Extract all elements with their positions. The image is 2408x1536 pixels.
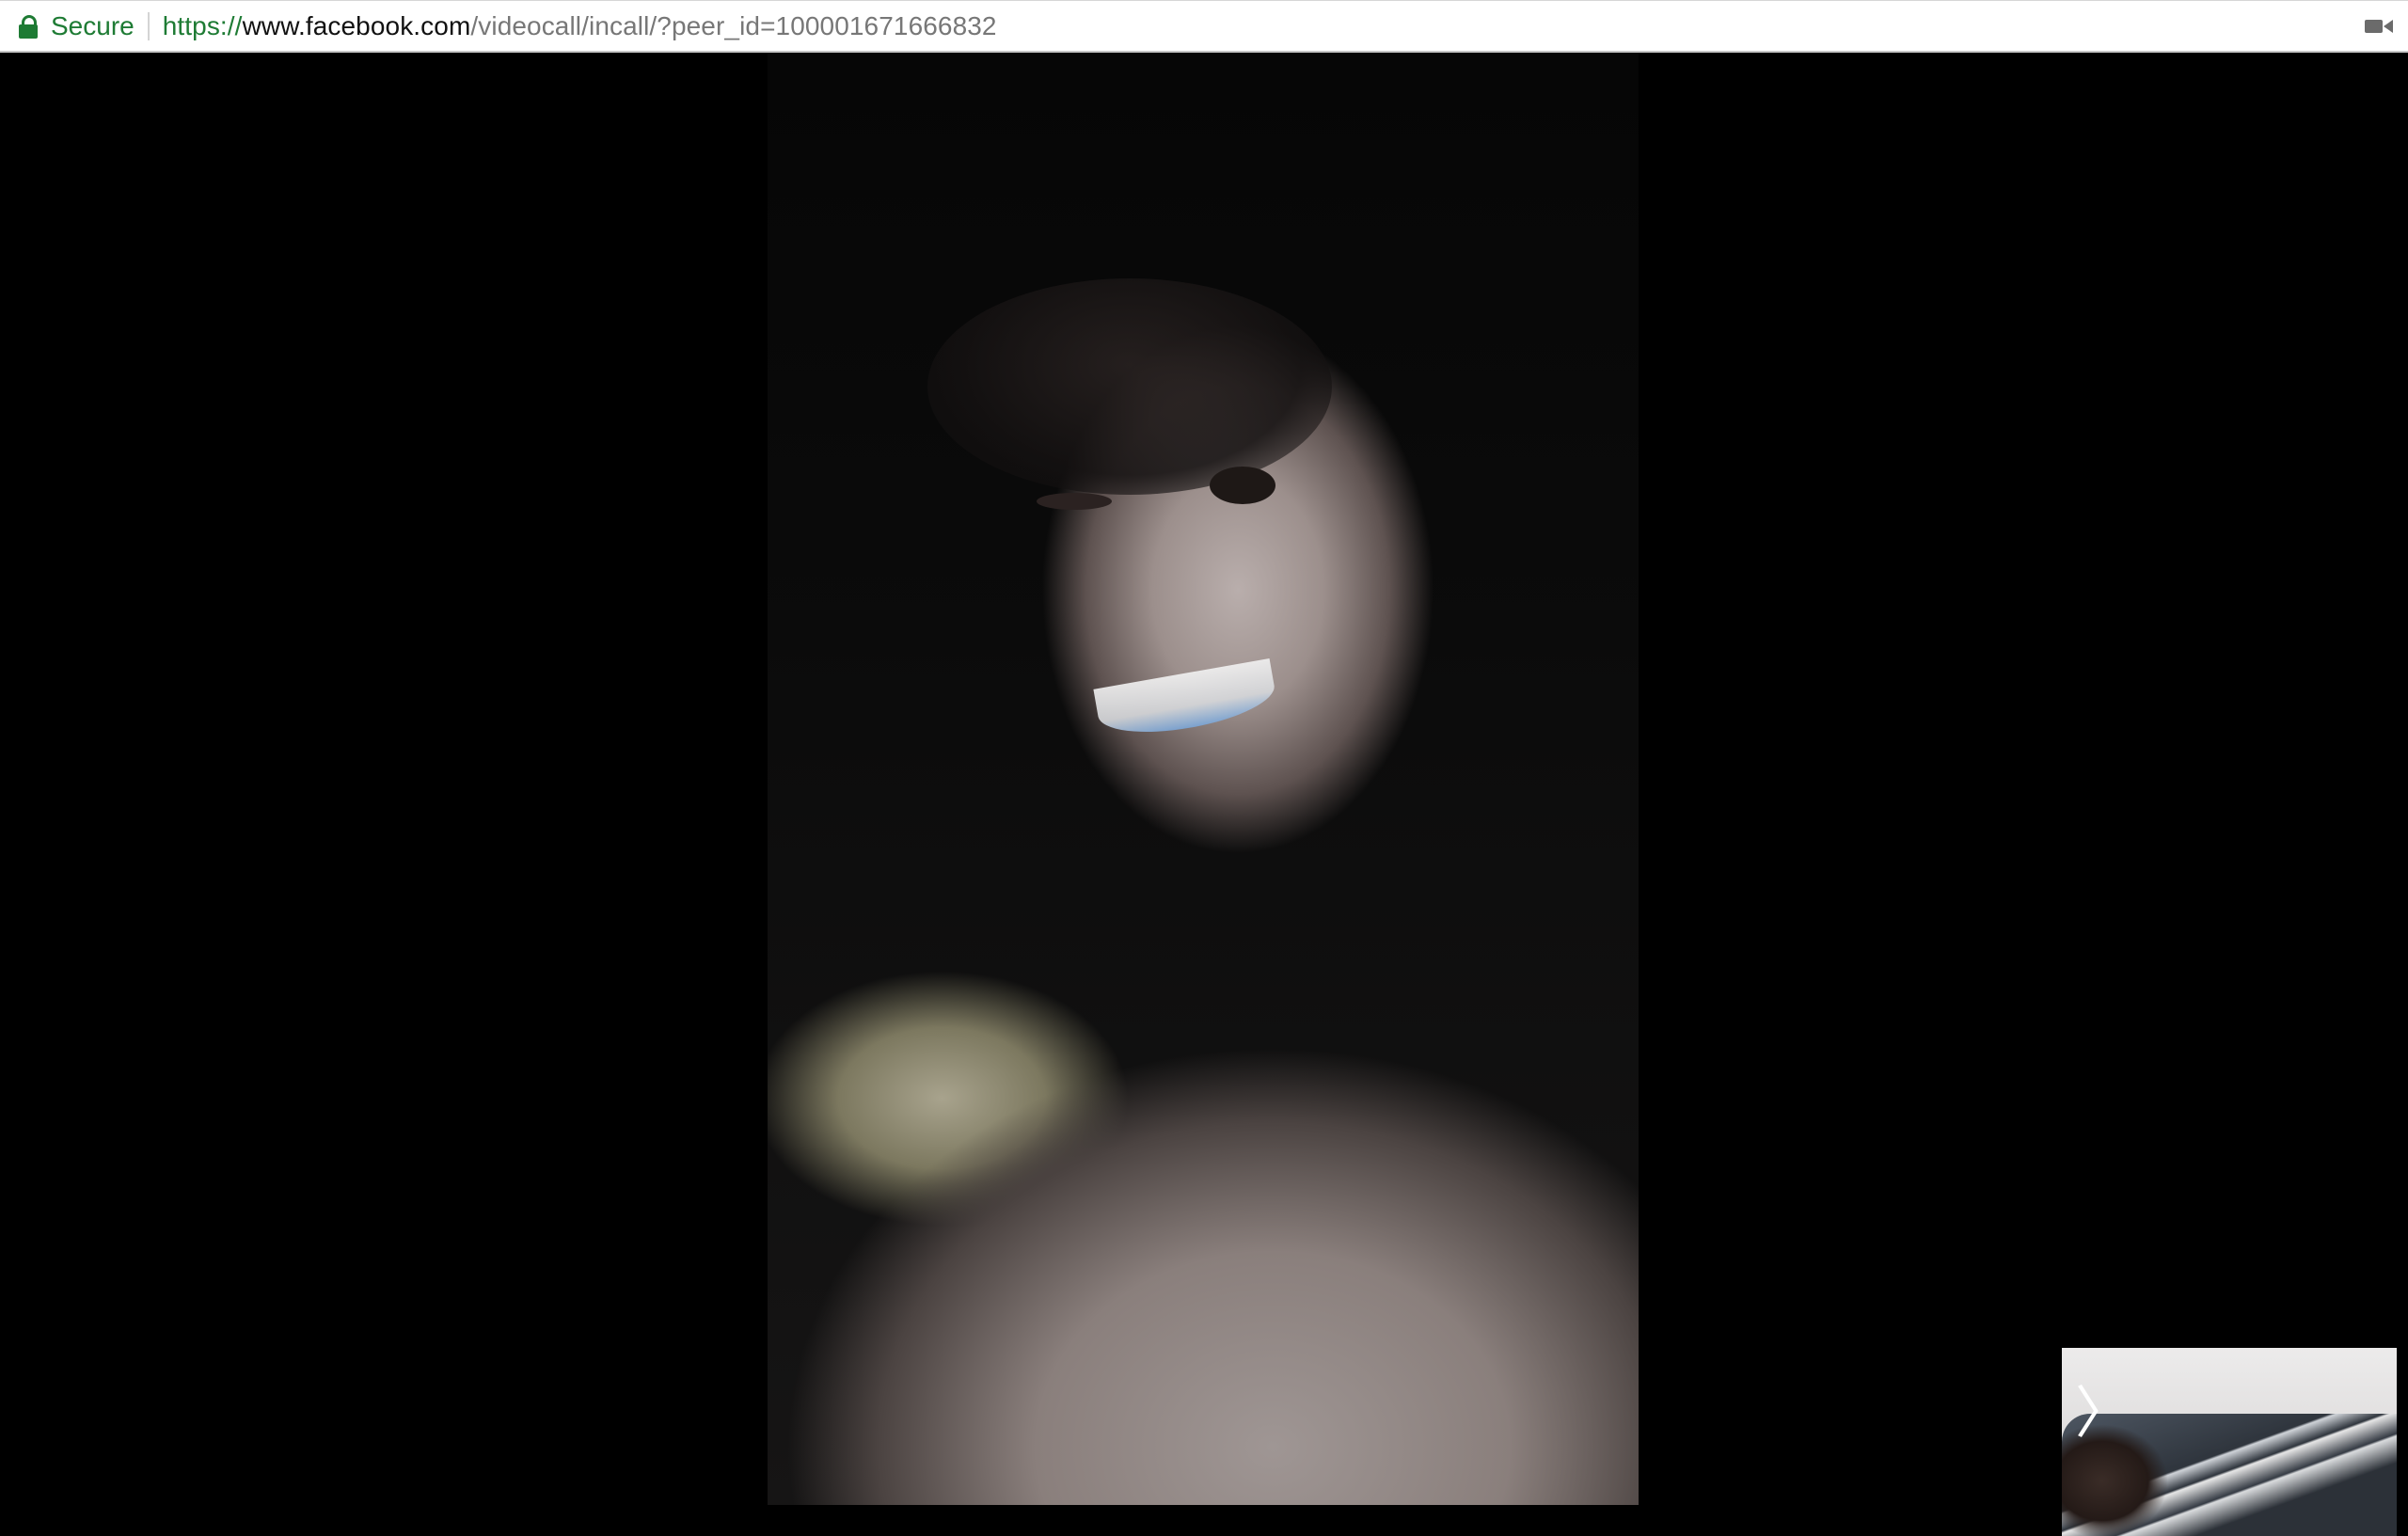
remote-video-detail: [1210, 467, 1275, 504]
remote-video-shadow: [927, 278, 1332, 495]
browser-address-bar[interactable]: Secure https://www.facebook.com/videocal…: [0, 0, 2408, 53]
address-separator: [147, 11, 150, 40]
url-host: www.facebook.com: [242, 10, 471, 40]
remote-video-detail: [1037, 493, 1112, 510]
chevron-right-icon[interactable]: 〉: [2075, 1386, 2131, 1442]
url-path: /videocall/incall/?peer_id=1000016716668…: [470, 10, 997, 40]
camera-icon[interactable]: [2365, 17, 2393, 36]
url-scheme: https://: [162, 10, 243, 40]
video-call-stage: 〉: [0, 53, 2408, 1536]
remote-video-detail: [1093, 657, 1279, 744]
lock-icon: [19, 13, 38, 40]
remote-video-feed[interactable]: [768, 53, 1639, 1505]
url-field[interactable]: https://www.facebook.com/videocall/incal…: [163, 11, 997, 41]
self-view-video[interactable]: 〉: [2062, 1348, 2397, 1536]
security-label[interactable]: Secure: [51, 11, 135, 41]
